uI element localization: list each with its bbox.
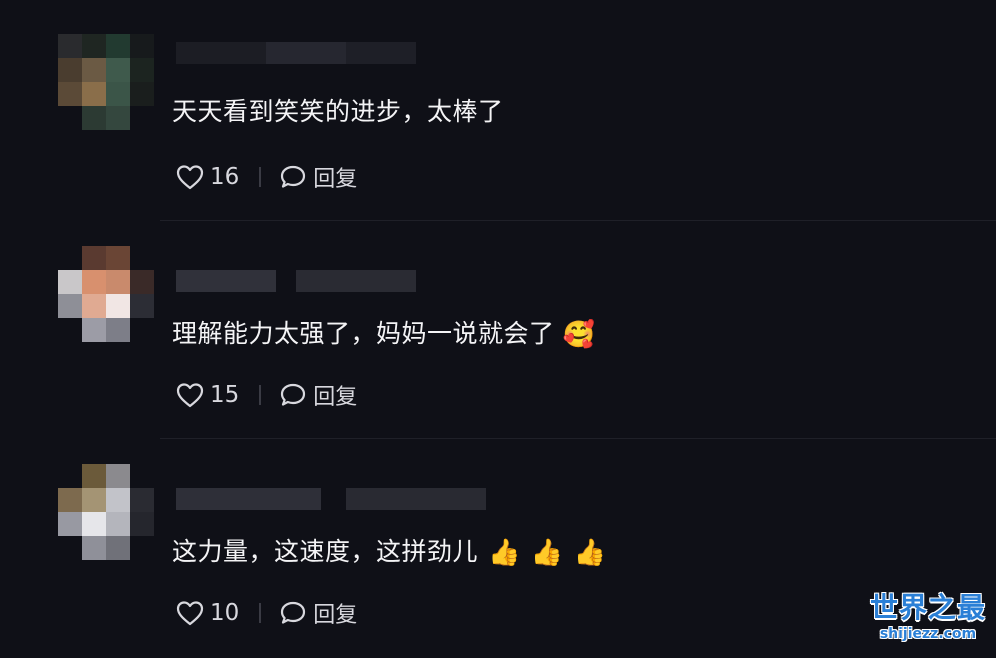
smiling-face-with-hearts-emoji: 🥰 [562,320,596,350]
thumbs-up-emoji: 👍 [573,538,607,568]
avatar[interactable] [58,34,154,130]
reply-label: 回复 [313,603,358,628]
comment-text: 理解能力太强了，妈妈一说就会了 🥰 [172,314,595,350]
thumbs-up-emoji: 👍 [530,538,564,568]
reply-button[interactable]: 回复 [279,379,357,411]
comment-item: 天天看到笑笑的进步，太棒了 16 回复 [0,0,996,218]
comment-text-content: 理解能力太强了，妈妈一说就会了 [172,319,555,348]
heart-outline-icon [176,600,204,626]
comment-text-content: 这力量，这速度，这拼劲儿 [172,537,479,566]
reply-label: 回复 [313,385,358,410]
like-count: 15 [210,382,240,408]
reply-label: 回复 [313,167,358,192]
comment-actions: 15 回复 [176,380,357,410]
comment-text: 这力量，这速度，这拼劲儿 👍 👍 👍 [172,532,607,568]
watermark-title: 世界之最 [869,591,986,624]
username-blurred[interactable] [176,270,416,292]
speech-bubble-icon [279,164,307,190]
watermark-logo: 世界之最 shijiezz.com [870,586,986,642]
like-button[interactable]: 15 [176,382,239,408]
comment-divider [160,220,996,221]
like-count: 10 [210,600,240,626]
username-blurred[interactable] [176,488,486,510]
heart-outline-icon [176,164,204,190]
comment-item: 这力量，这速度，这拼劲儿 👍 👍 👍 10 回复 [0,440,996,658]
avatar[interactable] [58,246,154,342]
avatar[interactable] [58,464,154,560]
like-button[interactable]: 10 [176,600,239,626]
comment-item: 理解能力太强了，妈妈一说就会了 🥰 15 回复 [0,222,996,440]
comment-actions: 10 回复 [176,598,357,628]
comment-text: 天天看到笑笑的进步，太棒了 [172,92,504,128]
thumbs-up-emoji: 👍 [488,538,521,568]
like-count: 16 [210,164,240,190]
speech-bubble-icon [279,382,307,408]
action-divider [259,167,262,187]
watermark-url: shijiezz.com [879,626,977,642]
heart-outline-icon [176,382,204,408]
comment-divider [160,438,996,439]
reply-button[interactable]: 回复 [279,161,357,193]
username-blurred[interactable] [176,42,416,64]
speech-bubble-icon [279,600,307,626]
action-divider [259,385,262,405]
action-divider [259,603,262,623]
comment-text-content: 天天看到笑笑的进步，太棒了 [172,97,504,126]
comment-actions: 16 回复 [176,162,357,192]
reply-button[interactable]: 回复 [279,597,357,629]
like-button[interactable]: 16 [176,164,239,190]
